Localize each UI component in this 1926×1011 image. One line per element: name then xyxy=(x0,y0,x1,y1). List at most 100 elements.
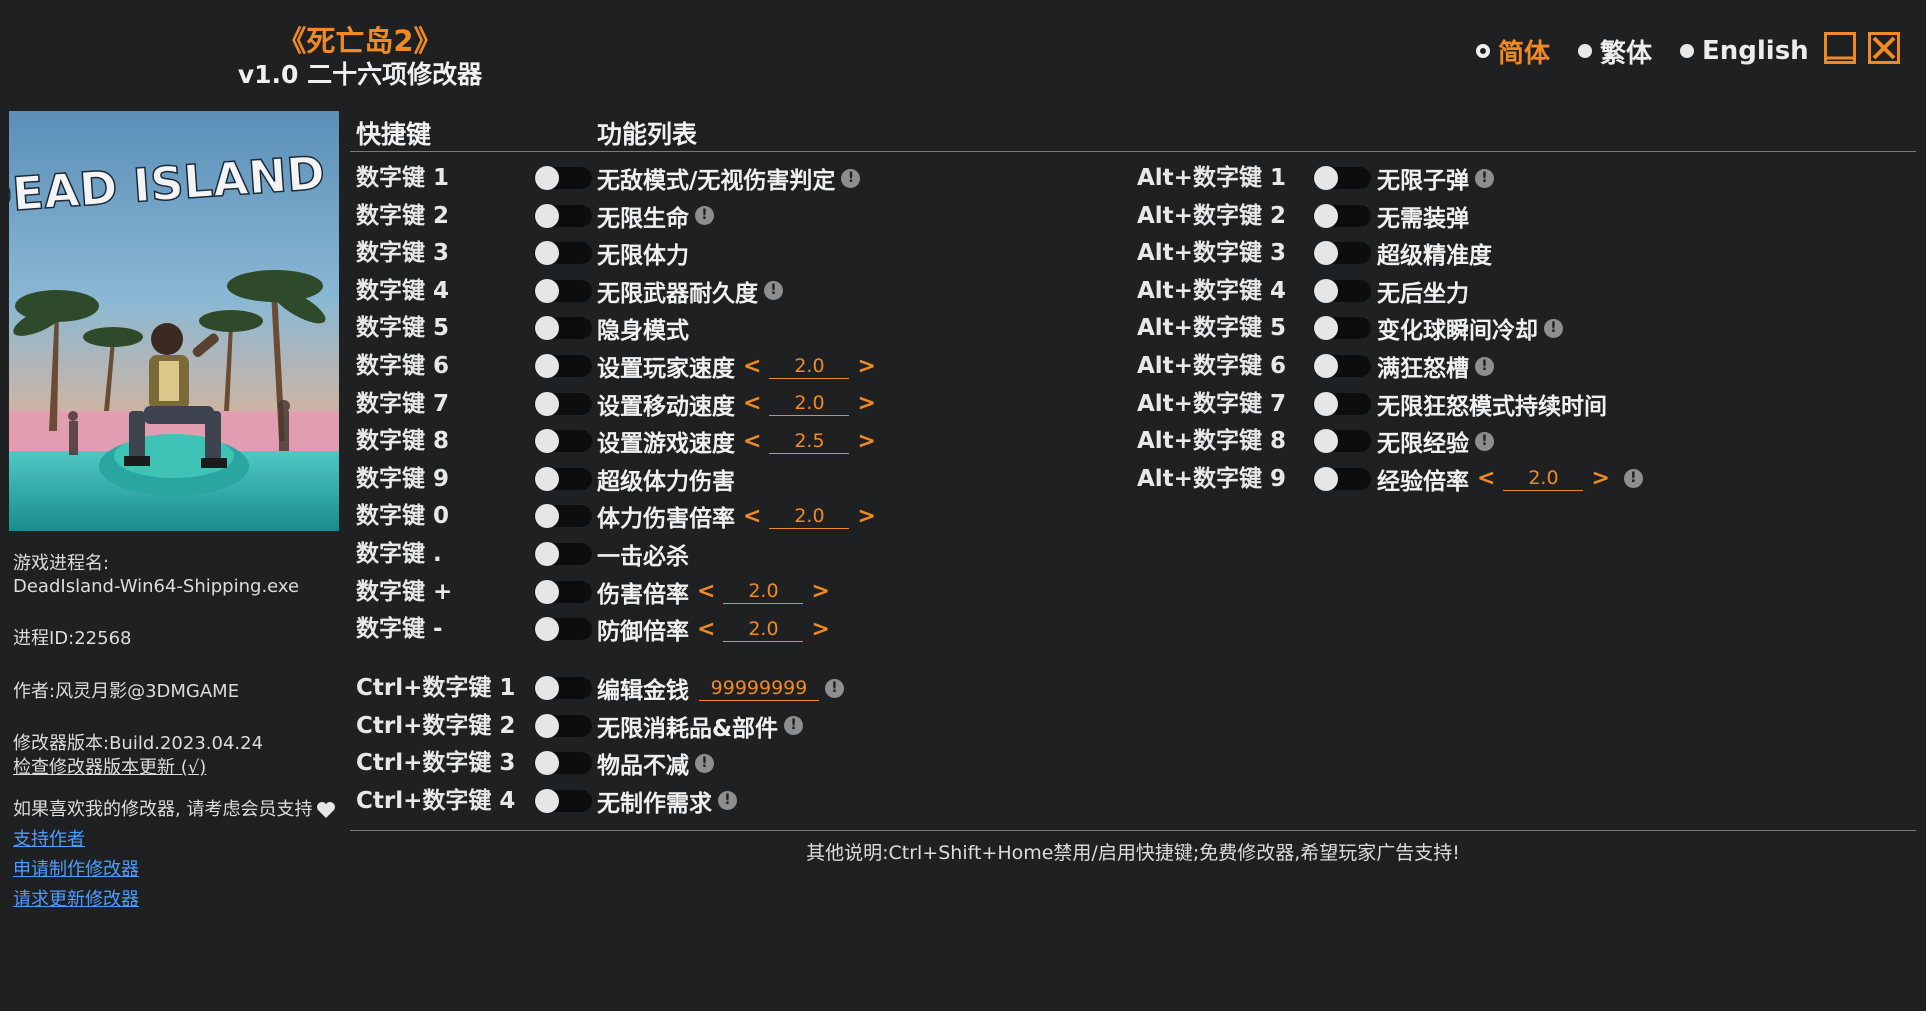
check-update-link[interactable]: 检查修改器版本更新 (√) xyxy=(13,756,206,780)
language-label: 繁体 xyxy=(1600,38,1653,69)
increase-arrow-icon[interactable]: > xyxy=(857,354,875,379)
hotkey-label: 数字键 3 xyxy=(356,240,450,267)
info-icon[interactable]: ! xyxy=(1475,168,1494,188)
radio-icon xyxy=(1578,44,1592,58)
info-icon[interactable]: ! xyxy=(695,206,714,226)
decrease-arrow-icon[interactable]: < xyxy=(743,504,761,529)
feature-toggle[interactable] xyxy=(534,466,592,491)
support-message: 如果喜欢我的修改器, 请考虑会员支持 xyxy=(13,798,336,822)
radio-icon xyxy=(1680,44,1694,58)
decrease-arrow-icon[interactable]: < xyxy=(697,617,715,642)
decrease-arrow-icon[interactable]: < xyxy=(743,354,761,379)
value-input[interactable]: 2.0 xyxy=(723,617,804,642)
language-option-simplified[interactable]: 简体 xyxy=(1476,34,1551,69)
feature-label: 一击必杀 xyxy=(597,544,689,570)
increase-arrow-icon[interactable]: > xyxy=(857,391,875,416)
value-input[interactable]: 2.0 xyxy=(723,579,804,605)
info-icon[interactable]: ! xyxy=(718,791,737,811)
language-option-english[interactable]: English xyxy=(1680,34,1809,68)
value-input[interactable]: 99999999 xyxy=(699,676,819,701)
decrease-arrow-icon[interactable]: < xyxy=(743,391,761,416)
info-icon[interactable]: ! xyxy=(1544,318,1563,338)
language-label: 简体 xyxy=(1498,38,1551,69)
feature-toggle[interactable] xyxy=(1313,278,1371,303)
hotkey-label: Alt+数字键 9 xyxy=(1137,465,1286,492)
value-input[interactable]: 2.0 xyxy=(1503,466,1584,492)
increase-arrow-icon[interactable]: > xyxy=(1591,466,1609,491)
support-author-link[interactable]: 支持作者 xyxy=(13,828,85,852)
increase-arrow-icon[interactable]: > xyxy=(811,579,829,604)
feature-label: 无限武器耐久度 xyxy=(597,280,758,307)
close-button[interactable] xyxy=(1868,32,1900,64)
feature-label: 无限经验 xyxy=(1377,431,1469,458)
feature-toggle[interactable] xyxy=(534,316,592,341)
decrease-arrow-icon[interactable]: < xyxy=(743,429,761,454)
decrease-arrow-icon[interactable]: < xyxy=(697,579,715,604)
increase-arrow-icon[interactable]: > xyxy=(857,504,875,529)
minimize-button[interactable] xyxy=(1824,32,1856,64)
info-icon[interactable]: ! xyxy=(1475,356,1494,376)
process-name: DeadIsland-Win64-Shipping.exe xyxy=(13,576,300,597)
info-icon[interactable]: ! xyxy=(784,716,804,736)
request-update-link[interactable]: 请求更新修改器 xyxy=(13,888,139,912)
value-input[interactable]: 2.0 xyxy=(769,391,850,417)
feature-row: 满狂怒槽! xyxy=(1377,348,1494,384)
feature-toggle[interactable] xyxy=(534,354,592,378)
feature-toggle[interactable] xyxy=(534,166,592,190)
feature-toggle[interactable] xyxy=(534,751,592,776)
feature-toggle[interactable] xyxy=(534,504,592,529)
value-input[interactable]: 2.5 xyxy=(769,429,850,454)
hotkey-label: Alt+数字键 6 xyxy=(1137,353,1286,379)
feature-toggle[interactable] xyxy=(1313,203,1371,228)
author-text: 作者:风灵月影@3DMGAME xyxy=(13,681,240,702)
feature-label: 无需装弹 xyxy=(1377,205,1469,232)
value-input[interactable]: 2.0 xyxy=(769,354,850,379)
language-option-traditional[interactable]: 繁体 xyxy=(1578,34,1653,69)
feature-toggle[interactable] xyxy=(1313,241,1371,266)
support-text: 如果喜欢我的修改器, 请考虑会员支持 xyxy=(13,799,313,820)
hotkey-label: Ctrl+数字键 1 xyxy=(356,675,516,701)
feature-toggle[interactable] xyxy=(534,278,592,303)
increase-arrow-icon[interactable]: > xyxy=(857,429,875,454)
feature-toggle[interactable] xyxy=(1313,166,1371,190)
feature-toggle[interactable] xyxy=(534,788,592,813)
info-icon[interactable]: ! xyxy=(764,281,783,301)
feature-toggle[interactable] xyxy=(534,203,592,228)
increase-arrow-icon[interactable]: > xyxy=(811,617,829,642)
info-icon[interactable]: ! xyxy=(695,753,714,773)
feature-row: 一击必杀 xyxy=(597,536,689,572)
feature-toggle[interactable] xyxy=(534,241,592,266)
feature-toggle[interactable] xyxy=(534,579,592,604)
hotkey-label: 数字键 4 xyxy=(356,277,450,304)
feature-label: 无限子弹 xyxy=(1377,168,1469,194)
heart-icon xyxy=(317,802,336,818)
feature-toggle[interactable] xyxy=(534,617,592,642)
value-input[interactable]: 2.0 xyxy=(769,504,850,529)
hotkey-label: 数字键 0 xyxy=(356,503,450,530)
feature-toggle[interactable] xyxy=(534,676,592,700)
feature-toggle[interactable] xyxy=(1313,466,1371,491)
feature-label: 设置玩家速度 xyxy=(597,356,735,382)
feature-row: 无限体力 xyxy=(597,235,689,271)
feature-toggle[interactable] xyxy=(1313,391,1371,416)
decrease-arrow-icon[interactable]: < xyxy=(1477,466,1495,491)
feature-row: 变化球瞬间冷却! xyxy=(1377,310,1563,346)
info-icon[interactable]: ! xyxy=(1623,469,1643,489)
info-icon[interactable]: ! xyxy=(841,168,861,188)
feature-toggle[interactable] xyxy=(1313,354,1371,378)
footer-divider xyxy=(350,830,1916,831)
feature-toggle[interactable] xyxy=(1313,316,1371,341)
feature-toggle[interactable] xyxy=(1313,429,1371,454)
info-icon[interactable]: ! xyxy=(825,678,844,698)
feature-toggle[interactable] xyxy=(534,429,592,454)
request-trainer-link[interactable]: 申请制作修改器 xyxy=(13,858,139,882)
hotkey-label: 数字键 - xyxy=(356,616,443,643)
minimize-icon xyxy=(1824,32,1856,64)
feature-toggle[interactable] xyxy=(534,542,592,566)
feature-toggle[interactable] xyxy=(534,713,592,738)
feature-toggle[interactable] xyxy=(534,391,592,416)
header-divider xyxy=(350,151,1916,152)
feature-row: 设置游戏速度 <2.5 > xyxy=(597,423,884,459)
info-icon[interactable]: ! xyxy=(1475,431,1494,451)
hotkey-label: Alt+数字键 3 xyxy=(1137,240,1286,267)
